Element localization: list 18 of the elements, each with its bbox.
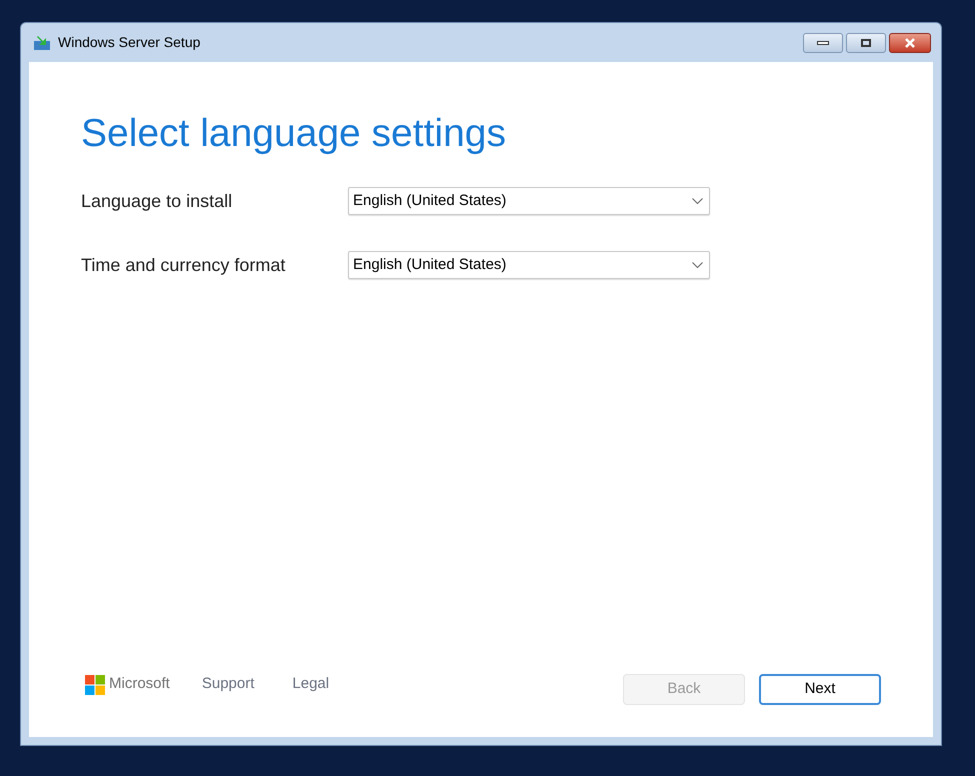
window-title: Windows Server Setup <box>58 33 200 52</box>
chevron-down-icon <box>692 198 703 204</box>
footer-link[interactable]: Legal <box>292 673 330 696</box>
footer-link[interactable]: Support <box>202 673 254 696</box>
dropdown[interactable]: English (United States) <box>348 187 710 215</box>
brand-name: Microsoft <box>109 674 170 694</box>
page-heading: Select language settings <box>81 114 507 153</box>
minimize-button[interactable] <box>803 32 843 52</box>
field-label: Time and currency format <box>81 254 286 277</box>
close-icon <box>904 38 916 48</box>
field-label: Language to install <box>81 190 234 213</box>
close-button[interactable] <box>889 32 931 52</box>
setup-icon <box>33 34 51 50</box>
nav-button[interactable]: Next <box>759 674 881 705</box>
logo-icon <box>85 674 105 694</box>
maximize-button[interactable] <box>846 32 886 52</box>
dropdown[interactable]: English (United States) <box>348 251 710 279</box>
chevron-down-icon <box>692 262 703 268</box>
